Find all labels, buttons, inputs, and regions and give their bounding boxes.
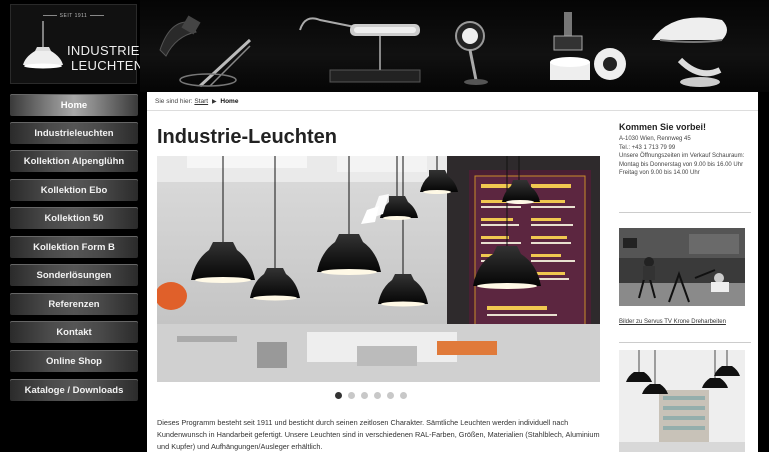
banner-lamp-2-icon [299, 17, 421, 83]
slider-dot[interactable] [400, 392, 407, 399]
main-content: Sie sind hier: Start ▶ Home Industrie-Le… [147, 92, 758, 452]
visit-address: A-1030 Wien, Rennweg 45 [619, 136, 691, 142]
visit-heading: Kommen Sie vorbei! [619, 122, 707, 132]
slider-dot[interactable] [335, 392, 342, 399]
nav-item-home[interactable]: Home [10, 94, 138, 116]
aside-divider [619, 212, 751, 213]
nav-item-kollektion-50[interactable]: Kollektion 50 [10, 207, 138, 229]
page: SEIT 1911 INDUSTRIE LEUCHTEN Home Indust… [0, 0, 769, 452]
aside-divider [619, 342, 751, 343]
nav-item-industrieleuchten[interactable]: Industrieleuchten [10, 122, 138, 144]
breadcrumb: Sie sind hier: Start ▶ Home [155, 98, 238, 105]
slider-pagination [335, 392, 407, 399]
servus-tv-link[interactable]: Bilder zu Servus TV Krone Dreharbeiten [619, 318, 749, 327]
breadcrumb-arrow-icon: ▶ [211, 99, 217, 105]
visit-hours: Unsere Öffnungszeiten im Verkauf Schaura… [619, 153, 745, 177]
logo-text-line1: INDUSTRIE [67, 43, 140, 58]
nav-item-kollektion-ebo[interactable]: Kollektion Ebo [10, 179, 138, 201]
breadcrumb-current: Home [220, 98, 239, 105]
nav-item-online-shop[interactable]: Online Shop [10, 350, 138, 372]
visit-info: Kommen Sie vorbei! A-1030 Wien, Rennweg … [619, 122, 751, 178]
logo-text-line2: LEUCHTEN [71, 58, 144, 73]
nav-item-kollektion-form-b[interactable]: Kollektion Form B [10, 236, 138, 258]
visit-phone: Tel.: +43 1 713 79 99 [619, 144, 676, 151]
logo-since: SEIT 1911 [11, 13, 136, 19]
intro-paragraph: Dieses Programm besteht seit 1911 und be… [157, 418, 600, 451]
hero-slider-image[interactable] [157, 156, 600, 382]
breadcrumb-start-link[interactable]: Start [194, 98, 208, 105]
nav-item-sonderloesungen[interactable]: Sonderlösungen [10, 264, 138, 286]
breadcrumb-prefix: Sie sind hier: [155, 98, 193, 105]
nav-item-referenzen[interactable]: Referenzen [10, 293, 138, 315]
showroom-photo[interactable] [619, 350, 745, 452]
banner-lamp-4-icon [550, 12, 626, 80]
site-logo[interactable]: SEIT 1911 INDUSTRIE LEUCHTEN [10, 4, 143, 84]
slider-dot[interactable] [348, 392, 355, 399]
banner-lamp-3-icon [455, 21, 488, 85]
slider-dot[interactable] [374, 392, 381, 399]
banner-lamp-1-icon [159, 15, 252, 88]
slider-dot[interactable] [387, 392, 394, 399]
header-banner [140, 0, 769, 92]
banner-lamp-5-icon [652, 17, 727, 87]
breadcrumb-divider [147, 110, 758, 111]
nav-item-kataloge-downloads[interactable]: Kataloge / Downloads [10, 379, 138, 401]
lamp-logo-icon [23, 21, 63, 69]
banner-lamps-image [159, 12, 727, 88]
nav-item-kontakt[interactable]: Kontakt [10, 321, 138, 343]
slider-dot[interactable] [361, 392, 368, 399]
nav-item-kollektion-alpengluehn[interactable]: Kollektion Alpenglühn [10, 150, 138, 172]
sidebar-nav: Home Industrieleuchten Kollektion Alpeng… [10, 92, 138, 452]
page-title: Industrie-Leuchten [157, 126, 338, 148]
servus-tv-photo[interactable] [619, 228, 745, 306]
